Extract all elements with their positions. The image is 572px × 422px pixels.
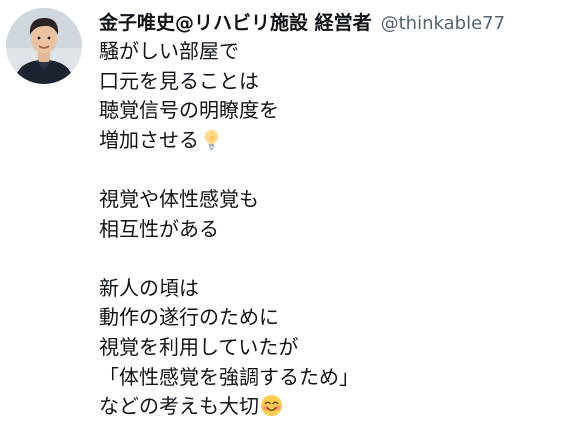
- tweet: 金子唯史@リハビリ施設 経営者 @thinkable77 騒がしい部屋で 口元を…: [0, 0, 572, 420]
- light-bulb-icon: [204, 129, 219, 151]
- tweet-header: 金子唯史@リハビリ施設 経営者 @thinkable77: [99, 8, 505, 36]
- text-line: などの考えも大切: [99, 394, 259, 419]
- text-line: 聴覚信号の明瞭度を: [99, 98, 279, 123]
- text-line: 相互性がある: [99, 216, 219, 241]
- text-line: 視覚を利用していたが: [99, 334, 299, 359]
- text-line-with-emoji: 増加させる: [99, 126, 559, 156]
- text-line: 新人の頃は: [99, 275, 199, 300]
- text-line: 視覚や体性感覚も: [99, 186, 259, 211]
- author-handle[interactable]: @thinkable77: [381, 13, 505, 34]
- text-line: 「体性感覚を強調するため」: [99, 364, 359, 389]
- author-display-name[interactable]: 金子唯史@リハビリ施設 経営者: [99, 8, 372, 35]
- text-line: 動作の遂行のために: [99, 305, 279, 330]
- user-avatar-photo: [6, 8, 82, 84]
- text-line: 増加させる: [99, 127, 199, 152]
- author-avatar[interactable]: [6, 8, 82, 84]
- tweet-text: 騒がしい部屋で 口元を見ることは 聴覚信号の明瞭度を 増加させる 視覚や体性感覚…: [99, 37, 559, 422]
- text-line: 騒がしい部屋で: [99, 39, 239, 63]
- text-line-with-emoji: などの考えも大切: [99, 392, 559, 422]
- smiling-face-icon: [260, 395, 283, 417]
- text-line: 口元を見ることは: [99, 68, 259, 93]
